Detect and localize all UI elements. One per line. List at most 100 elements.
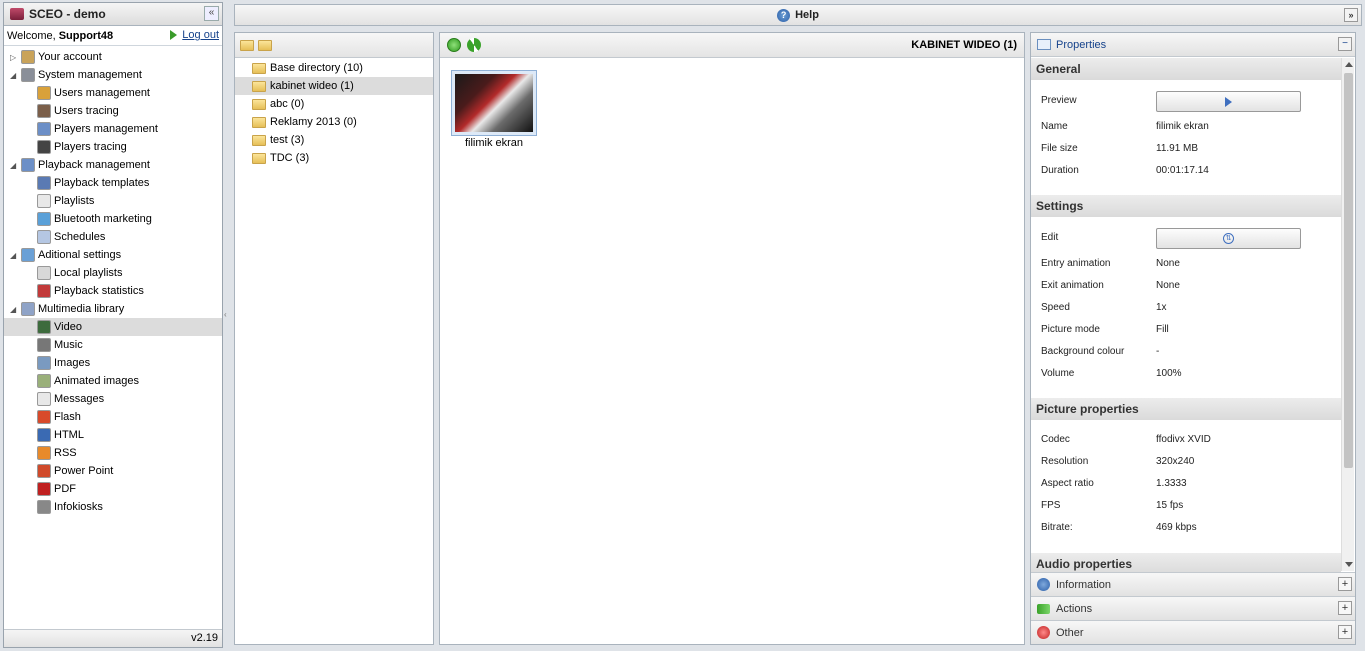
nav-item-power-point[interactable]: Power Point [4, 462, 222, 480]
expander-icon[interactable]: ◢ [10, 161, 19, 170]
expand-other-icon[interactable]: + [1338, 625, 1352, 639]
images-icon [37, 356, 51, 370]
logout-arrow-icon [170, 30, 178, 40]
folder-item[interactable]: abc (0) [235, 95, 433, 113]
video-thumbnail[interactable] [451, 70, 537, 136]
accordion-other[interactable]: Other + [1031, 620, 1355, 644]
playback-management-icon [21, 158, 35, 172]
welcome-user: Support48 [58, 29, 114, 42]
property-key: Bitrate: [1041, 522, 1073, 533]
add-folder-icon[interactable] [240, 39, 254, 51]
nav-item-label: RSS [54, 447, 77, 459]
folder-label: TDC (3) [270, 152, 310, 164]
nav-item-flash[interactable]: Flash [4, 408, 222, 426]
nav-item-multimedia-library[interactable]: ◢ Multimedia library [4, 300, 222, 318]
html-icon [37, 428, 51, 442]
app-titlebar: SCEO - demo « [4, 3, 222, 26]
folder-item[interactable]: Base directory (10) [235, 59, 433, 77]
nav-item-playback-templates[interactable]: Playback templates [4, 174, 222, 192]
property-row: Background colour - [1031, 342, 1341, 364]
expand-actions-icon[interactable]: + [1338, 601, 1352, 615]
nav-item-aditional-settings[interactable]: ◢ Aditional settings [4, 246, 222, 264]
property-key: Volume [1041, 368, 1075, 379]
accordion-actions[interactable]: Actions + [1031, 596, 1355, 620]
folder-item[interactable]: Reklamy 2013 (0) [235, 113, 433, 131]
nav-item-label: System management [38, 69, 142, 81]
nav-item-label: Bluetooth marketing [54, 213, 152, 225]
scroll-down-icon[interactable] [1345, 562, 1353, 567]
nav-item-playlists[interactable]: Playlists [4, 192, 222, 210]
folders-toolbar [235, 33, 433, 58]
nav-item-bluetooth-marketing[interactable]: Bluetooth marketing [4, 210, 222, 228]
section-general[interactable]: General [1031, 58, 1341, 80]
properties-minimize-icon[interactable]: − [1338, 37, 1352, 51]
nav-item-playback-statistics[interactable]: Playback statistics [4, 282, 222, 300]
property-row: Picture mode Fill [1031, 320, 1341, 342]
nav-item-label: Users tracing [54, 105, 119, 117]
delete-folder-icon[interactable] [258, 39, 272, 51]
nav-item-messages[interactable]: Messages [4, 390, 222, 408]
nav-item-rss[interactable]: RSS [4, 444, 222, 462]
nav-item-pdf[interactable]: PDF [4, 480, 222, 498]
nav-item-users-management[interactable]: Users management [4, 84, 222, 102]
collapse-panel-icon[interactable]: « [204, 6, 219, 21]
welcome-prefix: Welcome, [7, 29, 56, 42]
refresh-icon[interactable] [467, 38, 481, 52]
app-title: SCEO - demo [29, 7, 106, 21]
nav-item-label: Local playlists [54, 267, 123, 279]
property-value: 469 kbps [1156, 522, 1197, 533]
nav-item-label: Music [54, 339, 83, 351]
nav-item-music[interactable]: Music [4, 336, 222, 354]
folder-icon [252, 80, 266, 92]
nav-item-label: Flash [54, 411, 81, 423]
nav-item-players-management[interactable]: Players management [4, 120, 222, 138]
properties-scrollbar[interactable] [1341, 58, 1354, 571]
nav-tree: ▷ Your account ◢ System management Users man… [4, 48, 222, 516]
nav-item-system-management[interactable]: ◢ System management [4, 66, 222, 84]
expander-icon[interactable]: ◢ [10, 251, 19, 260]
nav-item-players-tracing[interactable]: Players tracing [4, 138, 222, 156]
folder-label: test (3) [270, 134, 305, 146]
nav-item-label: Video [54, 321, 82, 333]
splitter-handle[interactable]: ‹ [224, 310, 228, 340]
nav-item-animated-images[interactable]: Animated images [4, 372, 222, 390]
expander-icon[interactable]: ◢ [10, 71, 19, 80]
scroll-up-icon[interactable] [1345, 62, 1353, 67]
property-key: Resolution [1041, 456, 1089, 467]
logout-link[interactable]: Log out [170, 29, 219, 41]
help-collapse-icon[interactable]: » [1344, 8, 1358, 22]
nav-item-local-playlists[interactable]: Local playlists [4, 264, 222, 282]
expander-icon[interactable]: ▷ [10, 53, 19, 62]
nav-item-images[interactable]: Images [4, 354, 222, 372]
local-playlists-icon [37, 266, 51, 280]
folder-item[interactable]: kabinet wideo (1) [235, 77, 433, 95]
help-bar[interactable]: ? Help » [234, 4, 1362, 26]
pdf-icon [37, 482, 51, 496]
edit-button[interactable]: ⇅ [1156, 228, 1301, 249]
expander-icon[interactable]: ◢ [10, 305, 19, 314]
add-item-icon[interactable] [447, 38, 461, 52]
nav-item-your-account[interactable]: ▷ Your account [4, 48, 222, 66]
property-value: ffodivx XVID [1156, 434, 1211, 445]
video-caption[interactable]: filimik ekran [440, 137, 548, 149]
folder-item[interactable]: test (3) [235, 131, 433, 149]
nav-item-html[interactable]: HTML [4, 426, 222, 444]
other-icon [1037, 626, 1050, 639]
nav-item-users-tracing[interactable]: Users tracing [4, 102, 222, 120]
section-picture[interactable]: Picture properties [1031, 398, 1341, 420]
nav-item-infokiosks[interactable]: Infokiosks [4, 498, 222, 516]
section-settings[interactable]: Settings [1031, 195, 1341, 217]
property-row: Resolution 320x240 [1031, 452, 1341, 474]
scroll-thumb[interactable] [1344, 73, 1353, 468]
accordion-information[interactable]: Information + [1031, 572, 1355, 596]
preview-button[interactable] [1156, 91, 1301, 112]
expand-information-icon[interactable]: + [1338, 577, 1352, 591]
nav-item-video[interactable]: Video [4, 318, 222, 336]
content-panel: KABINET WIDEO (1) filimik ekran [439, 32, 1025, 645]
folder-item[interactable]: TDC (3) [235, 149, 433, 167]
nav-item-playback-management[interactable]: ◢ Playback management [4, 156, 222, 174]
property-key: Aspect ratio [1041, 478, 1094, 489]
property-row: Exit animation None [1031, 276, 1341, 298]
nav-item-schedules[interactable]: Schedules [4, 228, 222, 246]
property-row: Name filimik ekran [1031, 117, 1341, 139]
